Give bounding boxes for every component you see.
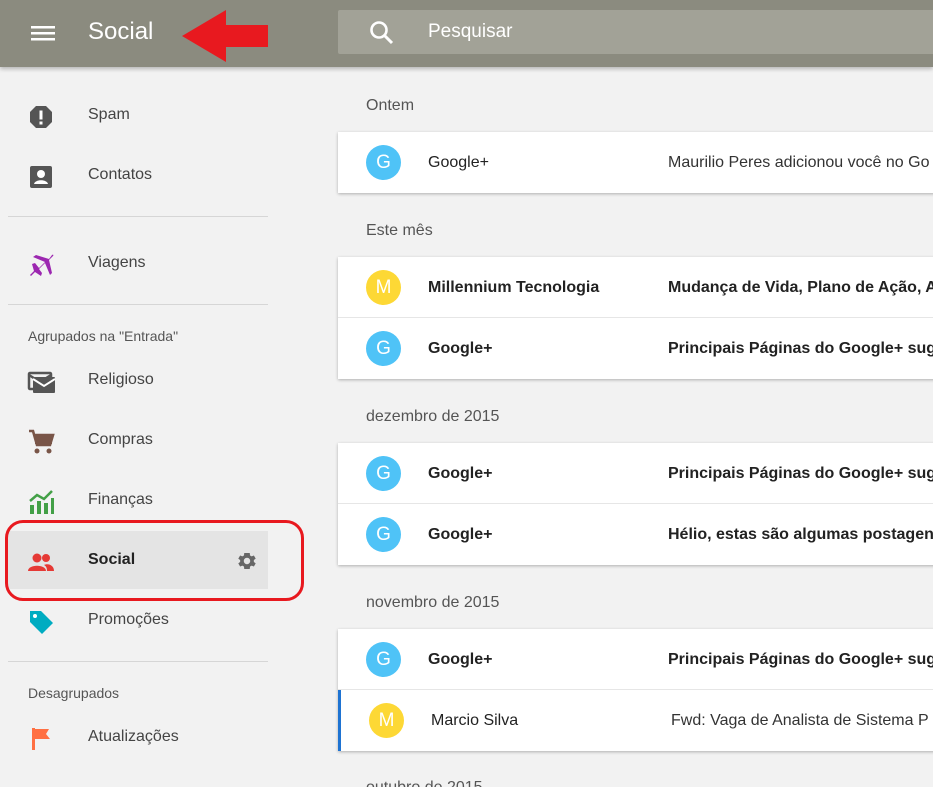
email-subject: Principais Páginas do Google+ sug — [668, 651, 933, 668]
spam-icon — [30, 106, 52, 128]
avatar: M — [369, 703, 404, 738]
red-highlight-annotation — [5, 520, 304, 601]
sidebar-item-label: Contatos — [88, 166, 153, 183]
sidebar-item-label: Finanças — [88, 491, 153, 508]
avatar: M — [366, 270, 401, 305]
avatar: G — [366, 456, 401, 491]
email-subject: Principais Páginas do Google+ sug — [668, 340, 933, 357]
group-title: dezembro de 2015 — [366, 408, 500, 425]
email-row[interactable]: G Google+ Principais Páginas do Google+ … — [338, 318, 933, 379]
group-title: Este mês — [366, 222, 433, 239]
sidebar-item-spam[interactable]: Spam — [8, 86, 268, 144]
sidebar-item-label: Religioso — [88, 371, 154, 388]
top-app-bar: Social Pesquisar — [0, 0, 933, 67]
sidebar-item-religious[interactable]: Religioso — [8, 351, 268, 409]
email-group-card: G Google+ Principais Páginas do Google+ … — [338, 443, 933, 565]
sidebar-item-label: Promoções — [88, 611, 169, 628]
email-sender: Google+ — [428, 154, 489, 171]
email-sender: Marcio Silva — [431, 712, 519, 729]
envelope-icon — [27, 371, 55, 393]
email-group-card: G Google+ Principais Páginas do Google+ … — [338, 629, 933, 751]
email-group-card: G Google+ Maurilio Peres adicionou você … — [338, 132, 933, 193]
email-subject: Principais Páginas do Google+ sug — [668, 465, 933, 482]
section-header-grouped: Agrupados na "Entrada" — [28, 328, 179, 344]
finance-chart-icon — [29, 490, 54, 514]
plane-icon — [30, 254, 54, 276]
sidebar: Spam Contatos Viagens Agrupados na "Entr… — [0, 67, 300, 787]
group-title: outubro de 2015 — [366, 778, 483, 787]
sidebar-item-trips[interactable]: Viagens — [8, 234, 268, 292]
contacts-icon — [30, 166, 52, 188]
sidebar-divider — [8, 216, 268, 217]
email-row[interactable]: G Google+ Principais Páginas do Google+ … — [338, 629, 933, 690]
avatar: G — [366, 331, 401, 366]
email-subject: Mudança de Vida, Plano de Ação, A — [668, 279, 933, 296]
tag-icon — [30, 611, 53, 634]
email-row[interactable]: G Google+ Maurilio Peres adicionou você … — [338, 132, 933, 193]
sidebar-item-label: Atualizações — [88, 728, 179, 745]
email-sender: Google+ — [428, 651, 493, 668]
email-row[interactable]: G Google+ Principais Páginas do Google+ … — [338, 443, 933, 504]
search-placeholder: Pesquisar — [428, 21, 513, 42]
email-subject: Maurilio Peres adicionou você no Go — [668, 154, 930, 171]
red-arrow-annotation-icon — [182, 10, 268, 62]
email-subject: Fwd: Vaga de Analista de Sistema P — [671, 712, 929, 729]
email-subject: Hélio, estas são algumas postagen — [668, 526, 933, 543]
email-row[interactable]: M Marcio Silva Fwd: Vaga de Analista de … — [338, 690, 933, 751]
flag-icon — [32, 728, 50, 750]
sidebar-item-shopping[interactable]: Compras — [8, 411, 268, 469]
email-sender: Google+ — [428, 340, 493, 357]
group-title: novembro de 2015 — [366, 594, 500, 611]
sidebar-item-label: Compras — [88, 431, 153, 448]
avatar: G — [366, 642, 401, 677]
email-list: Ontem G Google+ Maurilio Peres adicionou… — [338, 67, 933, 787]
cart-icon — [29, 429, 55, 454]
group-title: Ontem — [366, 97, 415, 114]
email-sender: Millennium Tecnologia — [428, 279, 600, 296]
search-icon[interactable] — [368, 19, 396, 47]
email-group-card: M Millennium Tecnologia Mudança de Vida,… — [338, 257, 933, 379]
avatar: G — [366, 517, 401, 552]
sidebar-item-updates[interactable]: Atualizações — [8, 708, 268, 766]
section-header-ungrouped: Desagrupados — [28, 685, 120, 701]
avatar: G — [366, 145, 401, 180]
email-sender: Google+ — [428, 465, 493, 482]
email-row[interactable]: M Millennium Tecnologia Mudança de Vida,… — [338, 257, 933, 318]
email-sender: Google+ — [428, 526, 493, 543]
sidebar-divider — [8, 304, 268, 305]
app-title: Social — [88, 18, 154, 45]
sidebar-item-contacts[interactable]: Contatos — [8, 146, 268, 204]
email-row[interactable]: G Google+ Hélio, estas são algumas posta… — [338, 504, 933, 565]
sidebar-divider — [8, 661, 268, 662]
sidebar-item-label: Spam — [88, 106, 130, 123]
sidebar-item-label: Viagens — [88, 254, 146, 271]
hamburger-menu-icon[interactable] — [26, 19, 60, 47]
